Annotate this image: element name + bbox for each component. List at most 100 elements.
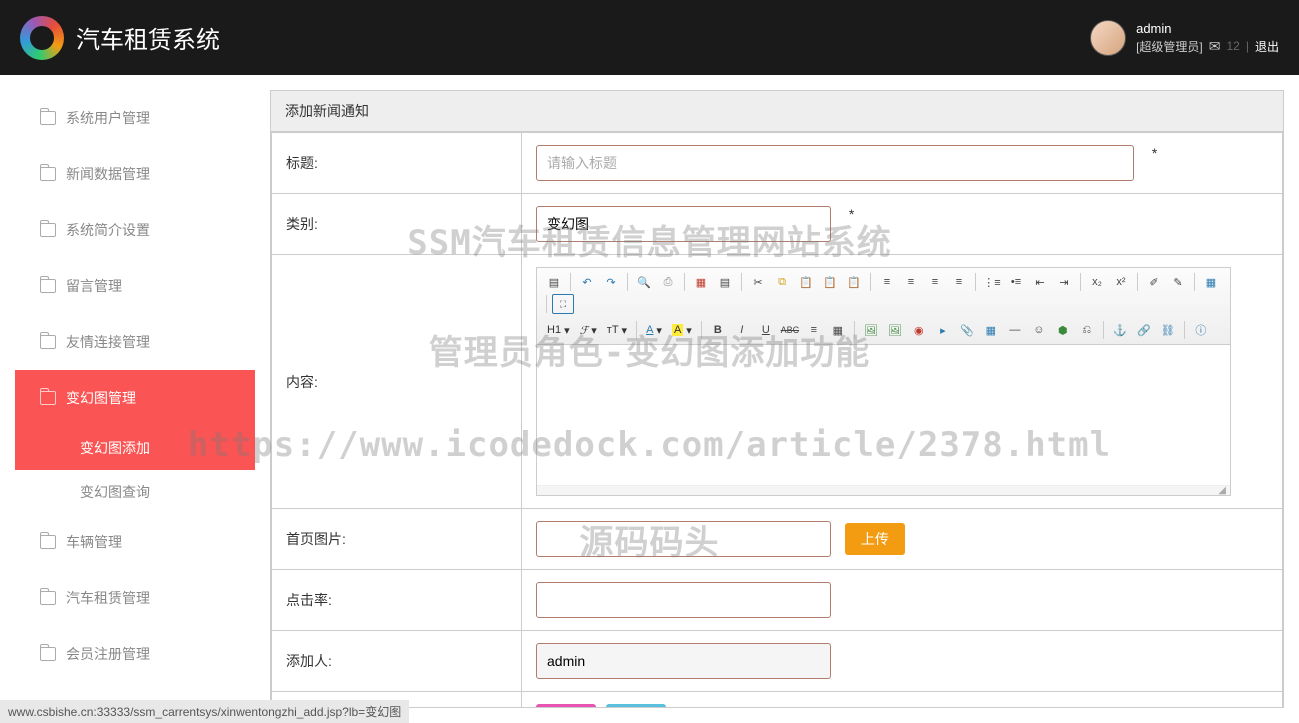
label-category: 类别: — [272, 194, 522, 255]
separator: | — [1246, 39, 1249, 53]
sidebar-item-news[interactable]: 新闻数据管理 — [15, 146, 255, 202]
lineheight-icon[interactable]: ≡ — [803, 320, 825, 340]
sidebar-item-label: 友情连接管理 — [66, 332, 150, 352]
sidebar-item-slideshow[interactable]: 变幻图管理 — [15, 370, 255, 426]
sidebar-item-label: 留言管理 — [66, 276, 122, 296]
upload-button[interactable]: 上传 — [845, 523, 905, 555]
anchor-icon[interactable]: ⚓ — [1109, 320, 1131, 340]
user-block: admin [超级管理员] ✉ 12 | 退出 — [1136, 21, 1279, 55]
author-input[interactable] — [536, 643, 831, 679]
paste-icon[interactable]: 📋 — [795, 272, 817, 292]
unlink-icon[interactable]: ⛓ — [1157, 320, 1179, 340]
indent-icon[interactable]: ⇥ — [1053, 272, 1075, 292]
align-center-icon[interactable]: ≡ — [900, 272, 922, 292]
media-icon[interactable]: ▸ — [932, 320, 954, 340]
image-icon[interactable]: 🖼 — [860, 320, 882, 340]
sidebar-item-members[interactable]: 会员注册管理 — [15, 626, 255, 682]
clicks-input[interactable] — [536, 582, 831, 618]
about-icon[interactable]: ⓘ — [1190, 320, 1212, 340]
copy-icon[interactable]: ⧉ — [771, 272, 793, 292]
cut-icon[interactable]: ✂ — [747, 272, 769, 292]
code-icon[interactable]: ▤ — [714, 272, 736, 292]
image-input[interactable] — [536, 521, 831, 557]
select-all-icon[interactable]: ▦ — [1200, 272, 1222, 292]
bgcolor-select[interactable]: A▾ — [668, 320, 696, 340]
fontsize-select[interactable]: тТ▾ — [603, 320, 631, 340]
quickformat-icon[interactable]: ✎ — [1167, 272, 1189, 292]
sidebar-item-label: 汽车租赁管理 — [66, 588, 150, 608]
sidebar-item-rentals[interactable]: 汽车租赁管理 — [15, 570, 255, 626]
category-input[interactable] — [536, 206, 831, 242]
sidebar-sub-slideshow-query[interactable]: 变幻图查询 — [15, 470, 255, 514]
sidebar-item-users[interactable]: 系统用户管理 — [15, 90, 255, 146]
sub-icon[interactable]: x₂ — [1086, 272, 1108, 292]
resize-handle[interactable]: ◢ — [537, 485, 1230, 495]
heading-select[interactable]: H1▾ — [543, 320, 574, 340]
template-icon[interactable]: ▦ — [690, 272, 712, 292]
emoji-icon[interactable]: ☺ — [1028, 320, 1050, 340]
source-icon[interactable]: ▤ — [543, 272, 565, 292]
sidebar-sub-slideshow-add[interactable]: 变幻图添加 — [15, 426, 255, 470]
removeformat-icon[interactable]: ▦ — [827, 320, 849, 340]
folder-icon — [40, 279, 56, 293]
paste-text-icon[interactable]: 📋 — [819, 272, 841, 292]
print-icon[interactable]: ⎙ — [657, 272, 679, 292]
preview-icon[interactable]: 🔍 — [633, 272, 655, 292]
label-title: 标题: — [272, 133, 522, 194]
clear-format-icon[interactable]: ✐ — [1143, 272, 1165, 292]
title-input[interactable] — [536, 145, 1134, 181]
msg-count[interactable]: 12 — [1227, 39, 1240, 53]
fullscreen-icon[interactable]: ⛶ — [552, 294, 574, 314]
list-ul-icon[interactable]: •≡ — [1005, 272, 1027, 292]
editor-body[interactable] — [537, 345, 1230, 485]
flash-icon[interactable]: ◉ — [908, 320, 930, 340]
hr-icon[interactable]: — — [1004, 320, 1026, 340]
user-role: [超级管理员] — [1136, 38, 1203, 55]
folder-icon — [40, 591, 56, 605]
forecolor-select[interactable]: A▾ — [642, 320, 666, 340]
file-icon[interactable]: 📎 — [956, 320, 978, 340]
align-left-icon[interactable]: ≡ — [876, 272, 898, 292]
folder-icon — [40, 647, 56, 661]
table-icon[interactable]: ▦ — [980, 320, 1002, 340]
align-justify-icon[interactable]: ≡ — [948, 272, 970, 292]
align-right-icon[interactable]: ≡ — [924, 272, 946, 292]
pagebreak-icon[interactable]: ⎌ — [1076, 320, 1098, 340]
folder-icon — [40, 335, 56, 349]
link-icon[interactable]: 🔗 — [1133, 320, 1155, 340]
underline-icon[interactable]: U — [755, 320, 777, 340]
reset-button[interactable]: 重置 — [606, 704, 666, 708]
paste-word-icon[interactable]: 📋 — [843, 272, 865, 292]
header-left: 汽车租赁系统 — [20, 16, 220, 60]
mail-icon[interactable]: ✉ — [1209, 38, 1221, 55]
required-mark: * — [1152, 145, 1157, 161]
undo-icon[interactable]: ↶ — [576, 272, 598, 292]
sidebar-item-label: 系统简介设置 — [66, 220, 150, 240]
folder-icon — [40, 223, 56, 237]
label-image: 首页图片: — [272, 509, 522, 570]
sidebar-item-label: 变幻图管理 — [66, 388, 136, 408]
sidebar-item-vehicles[interactable]: 车辆管理 — [15, 514, 255, 570]
sup-icon[interactable]: x² — [1110, 272, 1132, 292]
sidebar-item-messages[interactable]: 留言管理 — [15, 258, 255, 314]
avatar[interactable] — [1090, 20, 1126, 56]
redo-icon[interactable]: ↷ — [600, 272, 622, 292]
multiimage-icon[interactable]: 🖼 — [884, 320, 906, 340]
bold-icon[interactable]: B — [707, 320, 729, 340]
outdent-icon[interactable]: ⇤ — [1029, 272, 1051, 292]
sidebar-item-links[interactable]: 友情连接管理 — [15, 314, 255, 370]
panel-title: 添加新闻通知 — [271, 91, 1283, 132]
label-content: 内容: — [272, 255, 522, 509]
status-bar: www.csbishe.cn:33333/ssm_carrentsys/xinw… — [0, 700, 409, 723]
map-icon[interactable]: ⬢ — [1052, 320, 1074, 340]
italic-icon[interactable]: I — [731, 320, 753, 340]
list-ol-icon[interactable]: ⋮≡ — [981, 272, 1003, 292]
form-table: 标题: * 类别: * 内容: ▤ — [271, 132, 1283, 708]
username: admin — [1136, 21, 1279, 36]
strike-icon[interactable]: ABC — [779, 320, 801, 340]
sidebar-item-intro[interactable]: 系统简介设置 — [15, 202, 255, 258]
font-select[interactable]: ℱ▾ — [576, 320, 601, 340]
logout-link[interactable]: 退出 — [1255, 38, 1279, 55]
folder-icon — [40, 167, 56, 181]
submit-button[interactable]: 提交 — [536, 704, 596, 708]
